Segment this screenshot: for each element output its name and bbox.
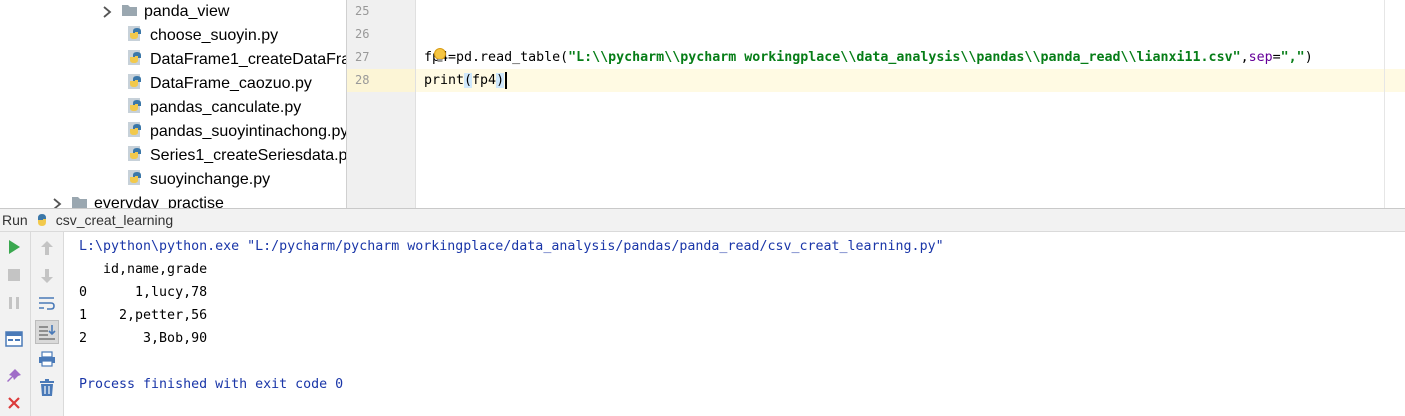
scroll-down-button[interactable] <box>36 265 58 287</box>
soft-wrap-icon <box>39 297 55 310</box>
tree-file-series1[interactable]: Series1_createSeriesdata.py <box>127 144 346 168</box>
line-number: 28 <box>355 73 370 87</box>
text-caret <box>505 71 508 89</box>
string-literal: "L:\\pycharm\\pycharm workingplace\\data… <box>568 50 1241 65</box>
folder-icon <box>71 195 94 209</box>
tree-file-suoyinchange[interactable]: suoyinchange.py <box>127 168 270 192</box>
code-token: ) <box>496 73 505 88</box>
scroll-to-end-icon <box>39 325 56 340</box>
pause-icon <box>9 297 19 309</box>
tree-file-dataframe1[interactable]: DataFrame1_createDataFrame <box>127 48 346 72</box>
right-margin-guide <box>1384 0 1385 208</box>
print-button[interactable] <box>36 348 58 370</box>
chevron-right-icon[interactable] <box>49 196 65 208</box>
tree-item-label: pandas_canculate.py <box>150 99 302 116</box>
tree-item-label: Series1_createSeriesdata.py <box>150 147 346 164</box>
printer-icon <box>39 351 55 367</box>
python-file-icon <box>127 121 150 143</box>
tree-item-label: everyday_practise <box>94 195 224 208</box>
tree-item-label: DataFrame_caozuo.py <box>150 75 312 92</box>
python-file-icon <box>127 25 150 47</box>
code-token: = <box>1272 50 1281 65</box>
tree-folder-panda-view[interactable]: panda_view <box>99 0 229 24</box>
code-line-27[interactable]: fp4=pd.read_table("L:\\pycharm\\pycharm … <box>424 46 1313 69</box>
tree-item-label: choose_suoyin.py <box>150 27 279 44</box>
restore-layout-button[interactable] <box>3 328 25 350</box>
tree-file-pandas-canculate[interactable]: pandas_canculate.py <box>127 96 301 120</box>
keyword-arg: sep <box>1248 50 1273 65</box>
console-output-line: 0 1,lucy,78 <box>79 285 208 300</box>
console-exit-message: Process finished with exit code 0 <box>79 377 344 392</box>
line-number: 25 <box>355 4 370 18</box>
python-file-icon <box>127 49 150 71</box>
tree-item-label: panda_view <box>144 3 230 20</box>
lightbulb-icon[interactable] <box>433 48 447 64</box>
tree-folder-everyday-practise[interactable]: everyday_practise <box>49 192 224 208</box>
close-button[interactable] <box>3 392 25 414</box>
code-token: fp4 <box>472 73 497 88</box>
rerun-button[interactable] <box>3 236 25 258</box>
tree-file-choose-suoyin[interactable]: choose_suoyin.py <box>127 24 278 48</box>
code-token: , <box>1240 50 1249 65</box>
play-icon <box>9 240 20 254</box>
console-output-line: id,name,grade <box>79 262 208 277</box>
console-output-line: 1 2,petter,56 <box>79 308 208 323</box>
line-number: 27 <box>355 50 370 64</box>
code-token: ( <box>464 73 473 88</box>
code-line-28[interactable]: print(fp4) <box>424 69 508 92</box>
code-token: =pd.read_table( <box>448 50 569 65</box>
run-panel-header: Run csv_creat_learning <box>0 208 1405 232</box>
tree-file-dataframe-caozuo[interactable]: DataFrame_caozuo.py <box>127 72 312 96</box>
scroll-up-button[interactable] <box>36 237 58 259</box>
console-command-line: L:\python\python.exe "L:/pycharm/pycharm… <box>79 239 944 254</box>
stop-icon <box>8 269 20 281</box>
run-toolbar-secondary <box>31 232 64 416</box>
clear-all-button[interactable] <box>36 377 58 399</box>
arrow-up-icon <box>41 241 53 255</box>
chevron-right-icon[interactable] <box>99 4 115 20</box>
string-literal: "," <box>1280 50 1305 65</box>
trash-icon <box>40 379 54 396</box>
tree-item-label: pandas_suoyintinachong.py <box>150 123 346 140</box>
soft-wrap-button[interactable] <box>36 292 58 314</box>
pin-tab-button[interactable] <box>3 365 25 387</box>
scroll-to-end-button[interactable] <box>35 320 59 344</box>
code-editor[interactable]: 25 26 27 28 fp4=pd.read_table("L:\\pycha… <box>347 0 1405 208</box>
python-file-icon <box>127 97 150 119</box>
run-tab-label[interactable]: Run <box>2 212 28 228</box>
console-output-line: 2 3,Bob,90 <box>79 331 208 346</box>
tree-file-pandas-suoyintinachong[interactable]: pandas_suoyintinachong.py <box>127 120 346 144</box>
arrow-down-icon <box>41 269 53 283</box>
builtin-function: print <box>424 73 465 88</box>
run-config-name[interactable]: csv_creat_learning <box>56 212 174 228</box>
line-number: 26 <box>355 27 370 41</box>
run-console-output[interactable]: L:\python\python.exe "L:/pycharm/pycharm… <box>64 232 1405 416</box>
tree-item-label: suoyinchange.py <box>150 171 271 188</box>
pause-button[interactable] <box>3 292 25 314</box>
tree-item-label: DataFrame1_createDataFrame <box>150 51 346 68</box>
project-tree: panda_view choose_suoyin.py DataFrame1_c… <box>0 0 346 208</box>
code-token: ) <box>1304 50 1313 65</box>
python-file-icon <box>127 169 150 191</box>
layout-icon <box>5 331 23 347</box>
pin-icon <box>7 369 21 382</box>
python-file-icon <box>127 145 150 167</box>
folder-icon <box>121 3 144 22</box>
stop-button[interactable] <box>3 264 25 286</box>
python-config-icon <box>34 212 50 228</box>
python-file-icon <box>127 73 150 95</box>
close-icon <box>8 397 20 409</box>
run-toolbar-primary <box>0 232 31 416</box>
